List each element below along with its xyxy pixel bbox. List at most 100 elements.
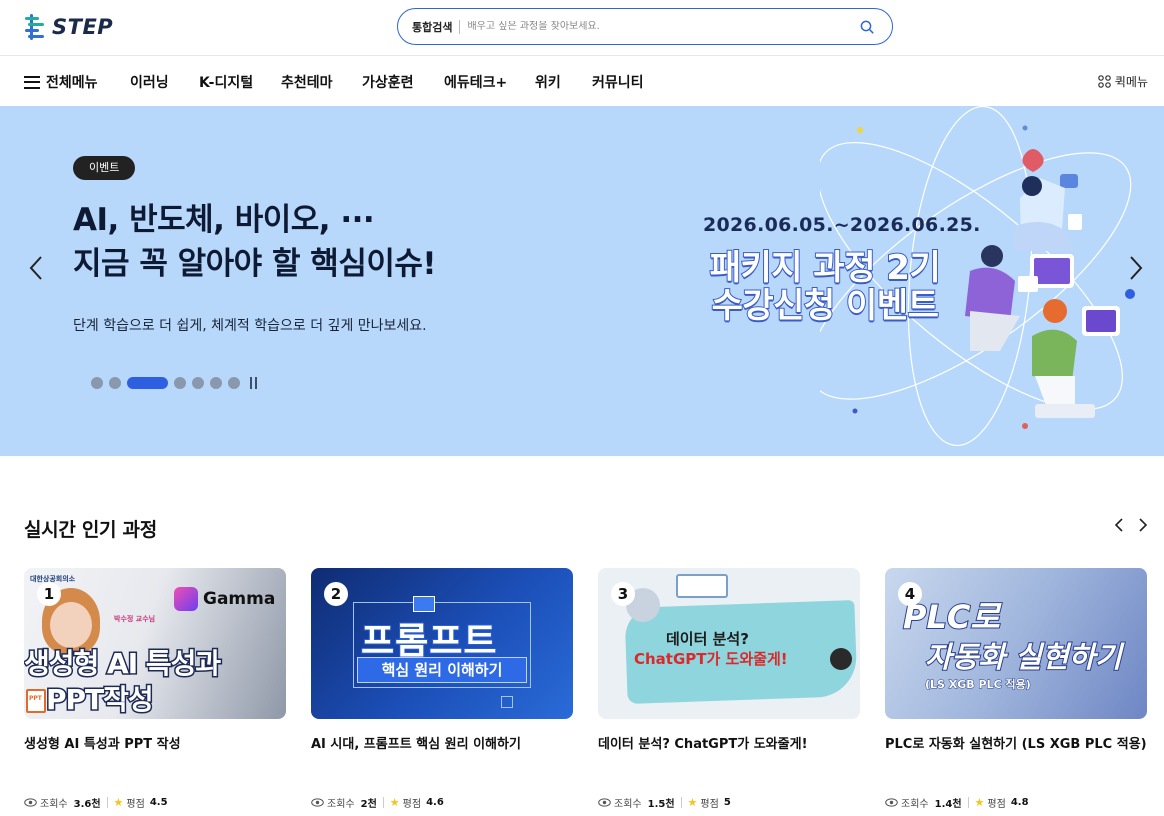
nav-item-elearning[interactable]: 이러닝 [130,72,169,92]
meta-divider [382,797,384,808]
rating-value: 4.8 [1010,797,1029,808]
ppt-file-icon: PPT [26,689,46,713]
course-meta: 조회수 1.4천 ★ 평점 4.8 [885,795,1029,810]
course-title[interactable]: AI 시대, 프롬프트 핵심 원리 이해하기 [311,734,573,755]
search-bar: 통합검색 [397,8,893,45]
carousel-dot-active[interactable] [127,377,168,389]
nav-item-virtual-training[interactable]: 가상훈련 [362,72,414,92]
thumb-decor [501,696,513,708]
section-title: 실시간 인기 과정 [24,519,157,541]
rating-label: 평점 [700,799,719,810]
thumb-headline-1: 생성형 AI 특성과 [24,646,223,682]
course-thumbnail[interactable]: 대한상공회의소 Gamma 박수정 교수님 생성형 AI 특성과 PPT작성 P… [24,568,286,719]
views-value: 1.5천 [647,799,675,810]
quick-menu-button[interactable]: 퀵메뉴 [1098,73,1148,90]
course-card[interactable]: 프롬프트 핵심 원리 이해하기 2 AI 시대, 프롬프트 핵심 원리 이해하기… [311,568,573,810]
nav-item-themes[interactable]: 추천테마 [281,72,333,92]
chevron-left-icon[interactable] [1110,514,1128,536]
logo-icon [25,14,44,40]
rating-label: 평점 [126,799,145,810]
carousel-dot[interactable] [91,377,103,389]
course-title[interactable]: 데이터 분석? ChatGPT가 도와줄게! [598,734,860,755]
course-thumbnail[interactable]: PLC로 자동화 실현하기 (LS XGB PLC 적용) 4 [885,568,1147,719]
search-scope[interactable]: 통합검색 [412,19,452,35]
thumb-tag [413,596,435,612]
person-figure [830,648,852,670]
rating-value: 4.5 [149,797,168,808]
rank-badge: 3 [611,582,635,606]
pause-icon[interactable] [250,377,262,389]
hero-title: AI, 반도체, 바이오, ··· 지금 꼭 알아야 할 핵심이슈! [73,202,437,282]
carousel-prev-icon[interactable] [24,252,48,284]
hero-banner[interactable]: 이벤트 AI, 반도체, 바이오, ··· 지금 꼭 알아야 할 핵심이슈! 단… [0,106,1164,456]
logo-text: STEP [52,15,114,39]
views-value: 2천 [360,799,377,810]
event-date: 2026.06.05.~2026.06.25. [703,214,981,236]
views-value: 3.6천 [73,799,101,810]
views-label: 조회수 [614,799,642,810]
rating-label: 평점 [402,799,422,810]
thumb-headline-1: 데이터 분석? [666,630,749,648]
course-meta: 조회수 2천 ★ 평점 4.6 [311,795,444,810]
nav-item-community[interactable]: 커뮤니티 [592,72,644,92]
course-thumbnail[interactable]: 프롬프트 핵심 원리 이해하기 2 [311,568,573,719]
course-card[interactable]: PLC로 자동화 실현하기 (LS XGB PLC 적용) 4 PLC로 자동화… [885,568,1147,810]
carousel-dot[interactable] [109,377,121,389]
event-badge: 이벤트 [73,156,136,180]
carousel-pagination [91,377,262,389]
course-meta: 조회수 1.5천 ★ 평점 5 [598,795,731,810]
course-thumbnail[interactable]: 데이터 분석? ChatGPT가 도와줄게! 3 [598,568,860,719]
star-icon: ★ [113,796,124,809]
top-header: STEP 통합검색 [0,0,1164,56]
star-icon: ★ [687,796,698,809]
carousel-dot[interactable] [210,377,222,389]
rank-badge: 1 [37,582,61,606]
all-menu-label: 전체메뉴 [46,75,98,91]
event-headline-2: 수강신청 이벤트 [711,285,940,327]
gamma-icon [174,587,198,611]
rank-badge: 4 [898,582,922,606]
hamburger-icon [24,75,40,89]
carousel-dot[interactable] [192,377,204,389]
course-card[interactable]: 대한상공회의소 Gamma 박수정 교수님 생성형 AI 특성과 PPT작성 P… [24,568,286,810]
thumb-headline-2: ChatGPT가 도와줄게! [634,650,788,668]
views-value: 1.4천 [934,799,962,810]
eye-icon [598,798,611,807]
main-nav: 전체메뉴 이러닝 K-디지털 추천테마 가상훈련 에듀테크+ 위키 커뮤니티 퀵… [0,56,1164,106]
course-title[interactable]: 생성형 AI 특성과 PPT 작성 [24,734,286,755]
views-label: 조회수 [327,799,355,810]
star-icon: ★ [974,796,985,809]
views-label: 조회수 [40,799,68,810]
views-label: 조회수 [901,799,929,810]
course-meta: 조회수 3.6천 ★ 평점 4.5 [24,795,168,810]
nav-item-wiki[interactable]: 위키 [535,72,561,92]
nav-item-edutech[interactable]: 에듀테크+ [444,72,507,92]
rank-badge: 2 [324,582,348,606]
rating-value: 4.6 [426,797,444,808]
grid-icon [1098,75,1111,88]
nav-item-k-digital[interactable]: K-디지털 [199,72,253,92]
meta-divider [680,797,682,808]
eye-icon [24,798,37,807]
course-card[interactable]: 데이터 분석? ChatGPT가 도와줄게! 3 데이터 분석? ChatGPT… [598,568,860,810]
rating-value: 5 [723,797,731,808]
carousel-dot[interactable] [174,377,186,389]
quick-menu-label: 퀵메뉴 [1114,75,1148,89]
thumb-subtitle: (LS XGB PLC 적용) [925,678,1032,692]
thumb-instructor: 박수정 교수님 [114,615,156,623]
thumb-headline-2: 자동화 실현하기 [924,639,1123,675]
search-icon[interactable] [856,16,878,38]
search-divider [459,19,461,34]
rating-label: 평점 [987,799,1006,810]
meta-divider [967,797,969,808]
search-input[interactable] [467,21,856,32]
all-menu-button[interactable]: 전체메뉴 [24,72,98,92]
carousel-dot[interactable] [228,377,240,389]
site-logo[interactable]: STEP [24,12,113,42]
chevron-right-icon[interactable] [1134,514,1152,536]
thumb-headline-2: PPT작성 [45,682,156,718]
eye-icon [885,798,898,807]
thumb-headline-2: 핵심 원리 이해하기 [357,657,527,683]
hero-subtitle: 단계 학습으로 더 쉽게, 체계적 학습으로 더 깊게 만나보세요. [73,318,427,334]
course-title[interactable]: PLC로 자동화 실현하기 (LS XGB PLC 적용) [885,734,1147,755]
